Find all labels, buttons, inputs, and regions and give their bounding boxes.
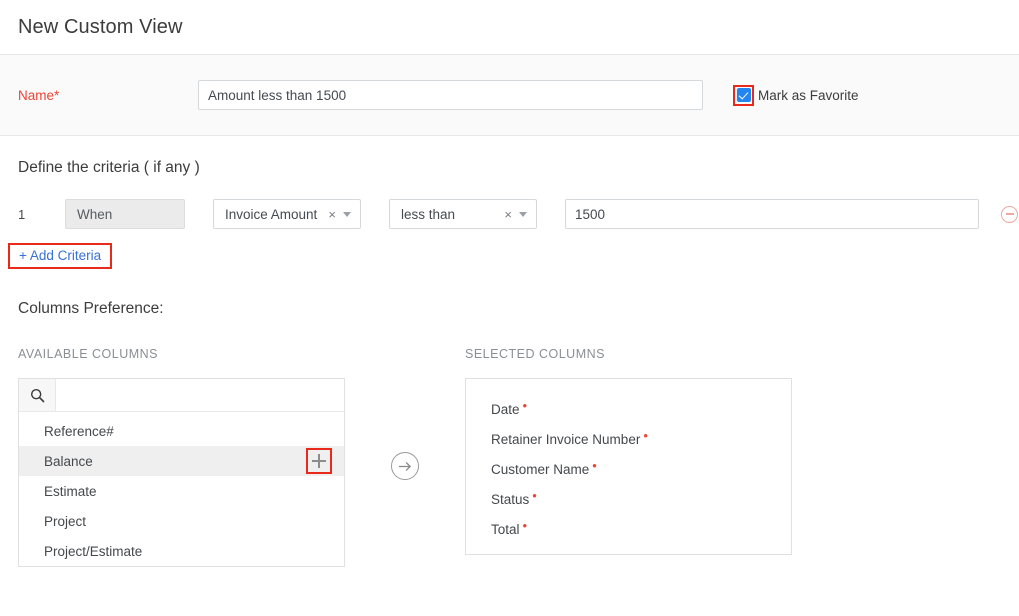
chevron-down-icon[interactable] [343, 212, 351, 217]
list-item[interactable]: Project [19, 506, 344, 536]
available-column-label: Balance [44, 454, 93, 469]
criteria-operator-select[interactable]: less than × [389, 199, 537, 229]
available-columns-header: AVAILABLE COLUMNS [18, 347, 345, 361]
selected-columns-group: SELECTED COLUMNS Date • Retainer Invoice… [465, 347, 792, 555]
criteria-row-index: 1 [18, 207, 38, 222]
list-item[interactable]: Status • [466, 484, 791, 514]
list-item[interactable]: Project/Estimate [19, 536, 344, 566]
selected-column-label: Retainer Invoice Number [491, 432, 640, 447]
available-columns-search-input[interactable] [56, 379, 344, 411]
chevron-down-icon[interactable] [519, 212, 527, 217]
list-item[interactable]: Customer Name • [466, 454, 791, 484]
criteria-heading: Define the criteria ( if any ) [0, 159, 1019, 177]
name-label: Name* [18, 88, 198, 103]
selected-column-label: Status [491, 492, 529, 507]
clear-icon[interactable]: × [502, 208, 514, 221]
favorite-label: Mark as Favorite [758, 88, 859, 103]
available-column-label: Project/Estimate [44, 544, 142, 559]
selected-columns-header: SELECTED COLUMNS [465, 347, 792, 361]
favorite-checkbox[interactable] [737, 88, 751, 102]
plus-icon[interactable] [312, 454, 326, 468]
columns-preference-heading: Columns Preference: [0, 300, 1019, 318]
add-criteria-annotation: + Add Criteria [0, 243, 1019, 269]
list-item[interactable]: Balance [19, 446, 344, 476]
criteria-value-input[interactable] [565, 199, 979, 229]
required-asterisk: * [54, 88, 59, 103]
selected-column-label: Total [491, 522, 520, 537]
criteria-field-select[interactable]: Invoice Amount × [213, 199, 361, 229]
selected-column-label: Date [491, 402, 520, 417]
columns-preference-area: AVAILABLE COLUMNS Reference# Balance [0, 347, 1019, 567]
name-label-text: Name [18, 88, 54, 103]
selected-columns-panel: Date • Retainer Invoice Number • Custome… [465, 378, 792, 555]
available-columns-panel: Reference# Balance Estimate Project Proj… [18, 378, 345, 567]
criteria-operator-value: less than [401, 207, 455, 222]
page-title: New Custom View [18, 16, 183, 39]
list-item[interactable]: Date • [466, 394, 791, 424]
name-section: Name* Mark as Favorite [0, 55, 1019, 136]
required-marker-icon: • [532, 489, 537, 502]
available-search-row [19, 379, 344, 412]
search-icon[interactable] [19, 379, 56, 411]
list-item[interactable]: Estimate [19, 476, 344, 506]
available-columns-group: AVAILABLE COLUMNS Reference# Balance [18, 347, 345, 567]
remove-criteria-icon[interactable] [1001, 206, 1018, 223]
criteria-row: 1 When Invoice Amount × less than × [0, 199, 1019, 229]
required-marker-icon: • [523, 399, 528, 412]
criteria-when-field: When [65, 199, 185, 229]
required-marker-icon: • [643, 429, 648, 442]
mark-as-favorite-group[interactable]: Mark as Favorite [733, 85, 859, 106]
available-columns-list: Reference# Balance Estimate Project Proj… [19, 412, 344, 566]
add-criteria-button[interactable]: + Add Criteria [8, 243, 112, 269]
available-column-label: Project [44, 514, 86, 529]
list-item[interactable]: Total • [466, 514, 791, 544]
available-column-label: Reference# [44, 424, 114, 439]
page-header: New Custom View [0, 0, 1019, 55]
selected-column-label: Customer Name [491, 462, 589, 477]
criteria-field-value: Invoice Amount [225, 207, 317, 222]
view-name-input[interactable] [198, 80, 703, 110]
required-marker-icon: • [592, 459, 597, 472]
criteria-when-label: When [77, 207, 112, 222]
list-item[interactable]: Retainer Invoice Number • [466, 424, 791, 454]
arrow-right-circle-icon[interactable] [391, 452, 419, 480]
list-item[interactable]: Reference# [19, 416, 344, 446]
add-column-annotation [306, 448, 332, 474]
transfer-controls [345, 347, 465, 480]
clear-icon[interactable]: × [326, 208, 338, 221]
available-column-label: Estimate [44, 484, 97, 499]
favorite-checkbox-annotation [733, 85, 754, 106]
required-marker-icon: • [523, 519, 528, 532]
